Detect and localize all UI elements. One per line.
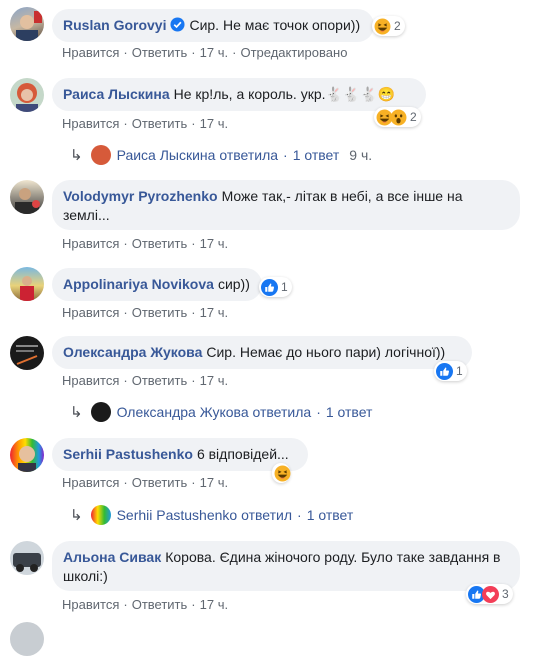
view-replies-link[interactable]: ↳ Раиса Лыскина ответила · 1 ответ 9 ч.	[70, 145, 372, 165]
next-comment-avatar-partial	[10, 622, 44, 656]
comment-bubble: Олександра Жукова Сир. Немає до нього пар…	[52, 336, 472, 369]
comment-actions: Нравится · Ответить · 17 ч.	[62, 236, 229, 251]
avatar[interactable]	[10, 336, 44, 370]
reaction-count: 2	[410, 110, 417, 124]
comment-time[interactable]: 17 ч.	[200, 236, 228, 251]
comment-author[interactable]: Олександра Жукова	[63, 344, 202, 360]
avatar[interactable]	[10, 438, 44, 472]
reply-verb: ответил	[241, 507, 293, 523]
reaction-count: 1	[456, 364, 463, 378]
comment-time[interactable]: 17 ч.	[200, 45, 228, 60]
wow-emoji-icon	[390, 109, 407, 126]
comment-actions: Нравится · Ответить · 17 ч.	[62, 475, 229, 490]
comment-time[interactable]: 17 ч.	[200, 373, 228, 388]
comment-time[interactable]: 17 ч.	[200, 597, 228, 612]
like-link[interactable]: Нравится	[62, 45, 119, 60]
comment-author[interactable]: Volodymyr Pyrozhenko	[63, 188, 218, 204]
reply-arrow-icon: ↳	[70, 147, 83, 164]
comment-bubble: Раиса Лыскина Не кр!ль, а король. укр.🐇🐇🐇…	[52, 78, 426, 111]
comment-actions: Нравится · Ответить · 17 ч.	[62, 597, 229, 612]
reaction-count: 2	[394, 19, 401, 33]
like-emoji-icon	[261, 279, 278, 296]
comment-text: сир))	[217, 276, 250, 292]
view-replies-link[interactable]: ↳ Serhii Pastushenko ответил · 1 ответ	[70, 505, 353, 525]
like-emoji-icon	[436, 363, 453, 380]
comment-time[interactable]: 17 ч.	[200, 305, 228, 320]
reply-arrow-icon: ↳	[70, 404, 83, 421]
comment-text: Сир. Не має точок опори))	[189, 17, 361, 33]
reply-time: 9 ч.	[349, 147, 373, 163]
avatar[interactable]	[10, 541, 44, 575]
comment-bubble: Альона Сивак Корова. Єдина жіночого роду.…	[52, 541, 520, 591]
verified-badge-icon	[170, 17, 185, 32]
reply-link[interactable]: Ответить	[132, 373, 188, 388]
reply-link[interactable]: Ответить	[132, 305, 188, 320]
like-link[interactable]: Нравится	[62, 305, 119, 320]
haha-emoji-icon	[374, 18, 391, 35]
comment-text: 6 відповідей...	[196, 446, 289, 462]
comment-actions: Нравится · Ответить · 17 ч. · Отредактировано	[62, 45, 348, 60]
like-link[interactable]: Нравится	[62, 236, 119, 251]
comment-actions: Нравится · Ответить · 17 ч.	[62, 373, 229, 388]
comment-author[interactable]: Альона Сивак	[63, 549, 161, 565]
reply-author: Serhii Pastushenko	[116, 507, 238, 523]
comment-actions: Нравится · Ответить · 17 ч.	[62, 116, 229, 131]
reaction-badge[interactable]: 1	[434, 361, 467, 381]
avatar[interactable]	[10, 78, 44, 112]
reaction-badge[interactable]: 1	[259, 277, 292, 297]
comment-author[interactable]: Appolinariya Novikova	[63, 276, 214, 292]
view-replies-link[interactable]: ↳ Олександра Жукова ответила · 1 ответ	[70, 402, 372, 422]
reaction-badge[interactable]: 3	[466, 584, 513, 604]
reply-verb: ответила	[219, 147, 279, 163]
love-emoji-icon	[482, 586, 499, 603]
avatar	[90, 402, 111, 422]
comment-text: Сир. Немає до нього пари) логічної))	[206, 344, 446, 360]
reply-count: 1 ответ	[292, 147, 340, 163]
like-link[interactable]: Нравится	[62, 373, 119, 388]
comment-author[interactable]: Serhii Pastushenko	[63, 446, 193, 462]
reply-count: 1 ответ	[325, 404, 373, 420]
comment-bubble: Serhii Pastushenko 6 відповідей...	[52, 438, 308, 471]
comment-bubble: Appolinariya Novikova сир))	[52, 268, 262, 301]
reaction-badge[interactable]: 2	[372, 16, 405, 36]
like-link[interactable]: Нравится	[62, 597, 119, 612]
comment-time[interactable]: 17 ч.	[200, 116, 228, 131]
reply-arrow-icon: ↳	[70, 507, 83, 524]
comment-author[interactable]: Ruslan Gorovyi	[63, 17, 166, 33]
reply-link[interactable]: Ответить	[132, 116, 188, 131]
comment-bubble: Ruslan Gorovyi Сир. Не має точок опори))	[52, 9, 374, 42]
comment-author[interactable]: Раиса Лыскина	[63, 86, 170, 102]
reply-link[interactable]: Ответить	[132, 597, 188, 612]
reply-verb: ответила	[252, 404, 312, 420]
reply-count: 1 ответ	[306, 507, 354, 523]
comment-text: Не кр!ль, а король. укр.🐇🐇🐇😁	[173, 86, 396, 102]
reply-link[interactable]: Ответить	[132, 236, 188, 251]
reaction-count: 1	[281, 280, 288, 294]
comment-time[interactable]: 17 ч.	[200, 475, 228, 490]
haha-emoji-icon	[274, 465, 291, 482]
avatar[interactable]	[10, 180, 44, 214]
avatar[interactable]	[10, 7, 44, 41]
avatar	[90, 505, 111, 525]
reaction-badge[interactable]: 2	[374, 107, 421, 127]
reaction-badge[interactable]	[272, 463, 290, 483]
comment-actions: Нравится · Ответить · 17 ч.	[62, 305, 229, 320]
reply-link[interactable]: Ответить	[132, 45, 188, 60]
edited-label: Отредактировано	[240, 45, 348, 60]
avatar	[90, 145, 111, 165]
comment-bubble: Volodymyr Pyrozhenko Може так,- літак в н…	[52, 180, 520, 230]
reply-author: Олександра Жукова	[116, 404, 249, 420]
reaction-count: 3	[502, 587, 509, 601]
reply-author: Раиса Лыскина	[116, 147, 216, 163]
avatar[interactable]	[10, 267, 44, 301]
like-link[interactable]: Нравится	[62, 116, 119, 131]
like-link[interactable]: Нравится	[62, 475, 119, 490]
reply-link[interactable]: Ответить	[132, 475, 188, 490]
